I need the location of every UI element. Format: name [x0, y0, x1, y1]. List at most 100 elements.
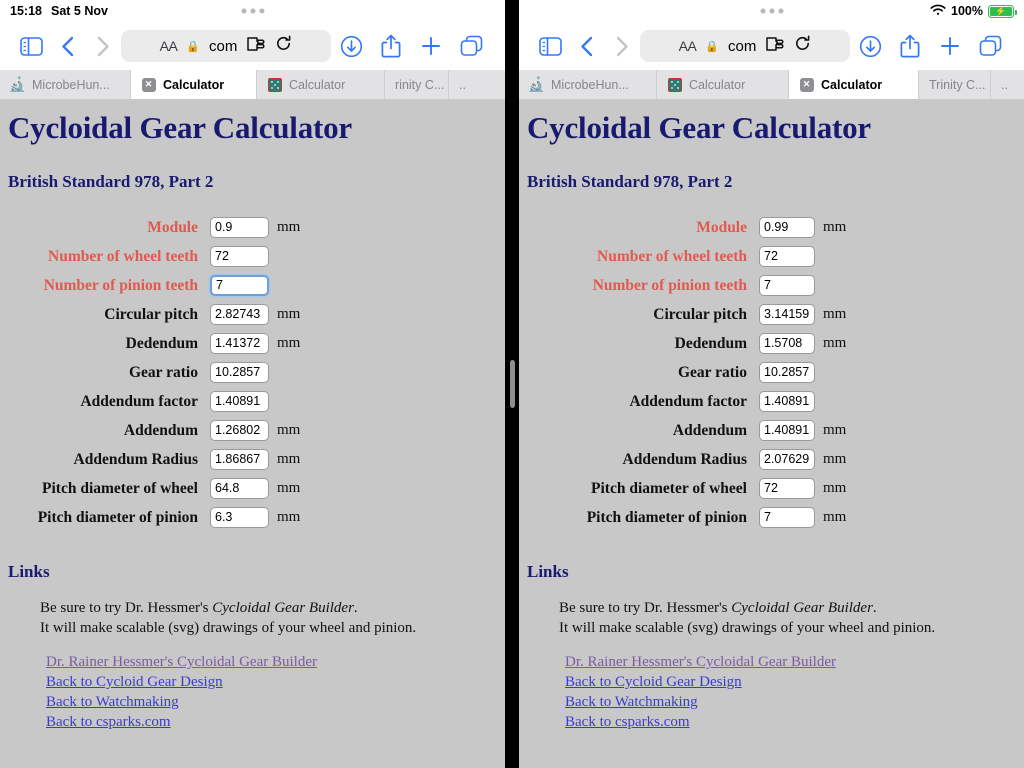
tab-calculator-active[interactable]: ✕ Calculator: [789, 70, 919, 99]
unit-label: mm: [823, 451, 847, 467]
right-browser-pane: 100% ⚡ AA 🔒 com 🔬 MicrobeHun... Calculat…: [519, 0, 1024, 768]
para-suffix: .: [353, 600, 358, 616]
download-icon[interactable]: [331, 35, 371, 58]
forward-button[interactable]: [85, 36, 121, 57]
input-field[interactable]: 0.9: [210, 217, 269, 238]
tabs-overview-icon[interactable]: [970, 35, 1010, 57]
unit-label: mm: [277, 422, 301, 438]
form-row: Module 0.99 mm: [519, 213, 1024, 242]
page-link[interactable]: Back to csparks.com: [46, 712, 171, 732]
tab-label: Calculator: [821, 77, 883, 92]
field-label: Circular pitch: [104, 305, 198, 323]
input-field[interactable]: 7: [759, 275, 815, 296]
tab-trinity[interactable]: rinity C...: [385, 70, 449, 99]
split-view-divider[interactable]: [505, 0, 519, 768]
back-button[interactable]: [569, 36, 605, 57]
tab-label: Calculator: [689, 77, 746, 92]
left-page-content: Cycloidal Gear Calculator British Standa…: [0, 100, 505, 768]
microscope-icon: 🔬: [8, 76, 27, 92]
page-title: Cycloidal Gear Calculator: [527, 110, 871, 145]
tab-overflow[interactable]: ..: [449, 70, 479, 99]
tab-calculator-active[interactable]: ✕ Calculator: [131, 70, 257, 99]
share-icon[interactable]: [890, 34, 930, 58]
input-field[interactable]: 72: [759, 246, 815, 267]
form-row: Addendum 1.40891 mm: [519, 416, 1024, 445]
unit-label: mm: [277, 335, 301, 351]
text-size-button[interactable]: AA: [160, 38, 178, 54]
puzzle-extension-icon[interactable]: [765, 36, 785, 57]
text-size-button[interactable]: AA: [679, 38, 697, 54]
readonly-field: 64.8: [210, 478, 269, 499]
field-label: Number of wheel teeth: [48, 247, 198, 265]
tab-label: Trinity C...: [929, 77, 986, 92]
input-field[interactable]: 72: [210, 246, 269, 267]
unit-label: mm: [277, 219, 301, 235]
tab-calculator-2[interactable]: Calculator: [257, 70, 385, 99]
left-gear-form: Module 0.9 mm Number of wheel teeth 72 Number…: [0, 213, 505, 532]
form-row: Gear ratio 10.2857: [519, 358, 1024, 387]
address-bar[interactable]: AA 🔒 com: [640, 30, 851, 62]
tab-overflow[interactable]: ..: [991, 70, 1023, 99]
tab-label: ..: [459, 77, 466, 92]
field-label: Pitch diameter of pinion: [37, 508, 198, 526]
tab-microbehunter[interactable]: 🔬 MicrobeHun...: [0, 70, 131, 99]
field-label: Addendum Radius: [73, 450, 198, 468]
forward-button[interactable]: [604, 36, 640, 57]
readonly-field: 1.40891: [210, 391, 269, 412]
split-view-grabber[interactable]: [509, 360, 515, 408]
plus-icon[interactable]: [411, 35, 451, 57]
share-icon[interactable]: [371, 34, 411, 58]
form-row: Addendum 1.26802 mm: [0, 416, 505, 445]
field-label: Number of pinion teeth: [43, 276, 198, 294]
input-field[interactable]: 7: [210, 275, 269, 296]
page-link[interactable]: Back to Cycloid Gear Design: [565, 672, 742, 692]
unit-label: mm: [823, 306, 847, 322]
form-row: Number of wheel teeth 72: [0, 242, 505, 271]
unit-label: mm: [277, 451, 301, 467]
sidebar-icon[interactable]: [533, 36, 569, 56]
page-link[interactable]: Dr. Rainer Hessmer's Cycloidal Gear Buil…: [565, 652, 836, 672]
form-row: Number of pinion teeth 7: [519, 271, 1024, 300]
field-label: Pitch diameter of wheel: [42, 479, 198, 497]
readonly-field: 7: [759, 507, 815, 528]
input-field[interactable]: 0.99: [759, 217, 815, 238]
lock-icon: 🔒: [705, 40, 720, 53]
status-left-group: 15:18 Sat 5 Nov: [10, 4, 108, 18]
address-bar[interactable]: AA 🔒 com: [121, 30, 332, 62]
page-link[interactable]: Dr. Rainer Hessmer's Cycloidal Gear Buil…: [46, 652, 317, 672]
field-label: Gear ratio: [677, 363, 747, 381]
tab-calculator-2[interactable]: Calculator: [657, 70, 789, 99]
tabs-overview-icon[interactable]: [451, 35, 491, 57]
unit-label: mm: [277, 480, 301, 496]
url-text: com: [209, 37, 238, 55]
unit-label: mm: [823, 335, 847, 351]
page-link[interactable]: Back to Watchmaking: [565, 692, 698, 712]
multitask-grabber-icon[interactable]: [241, 8, 264, 14]
page-link[interactable]: Back to csparks.com: [565, 712, 690, 732]
download-icon[interactable]: [850, 35, 890, 58]
back-button[interactable]: [50, 36, 86, 57]
page-link[interactable]: Back to Watchmaking: [46, 692, 179, 712]
tab-microbehunter[interactable]: 🔬 MicrobeHun...: [519, 70, 657, 99]
unit-label: mm: [823, 219, 847, 235]
tab-label: ..: [1001, 77, 1008, 92]
puzzle-extension-icon[interactable]: [246, 36, 266, 57]
close-x-icon[interactable]: ✕: [141, 77, 156, 92]
tab-trinity[interactable]: Trinity C...: [919, 70, 991, 99]
page-link[interactable]: Back to Cycloid Gear Design: [46, 672, 223, 692]
links-heading: Links: [8, 562, 50, 581]
reload-icon[interactable]: [794, 35, 811, 57]
reload-icon[interactable]: [275, 35, 292, 57]
close-x-icon[interactable]: ✕: [799, 77, 814, 92]
form-row: Circular pitch 3.14159 mm: [519, 300, 1024, 329]
lock-icon: 🔒: [186, 40, 201, 53]
plus-icon[interactable]: [930, 35, 970, 57]
page-subtitle: British Standard 978, Part 2: [8, 172, 214, 191]
multitask-grabber-icon[interactable]: [760, 8, 783, 14]
right-status-bar: 100% ⚡: [519, 0, 1024, 22]
tab-label: MicrobeHun...: [32, 77, 110, 92]
sidebar-icon[interactable]: [14, 36, 50, 56]
right-gear-form: Module 0.99 mm Number of wheel teeth 72 Numbe…: [519, 213, 1024, 532]
status-time: 15:18: [10, 4, 42, 18]
dice-favicon: [267, 77, 282, 92]
